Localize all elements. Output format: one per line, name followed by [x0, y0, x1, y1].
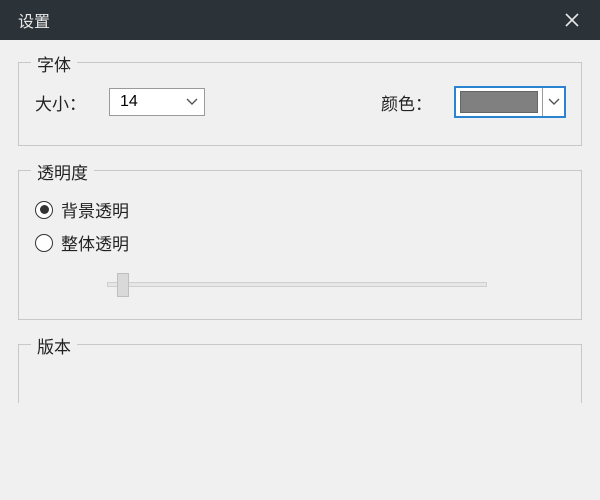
transparency-slider[interactable]	[107, 273, 487, 297]
slider-thumb[interactable]	[117, 273, 129, 297]
content-inner: 字体 大小： 14 颜色：	[8, 50, 592, 500]
transparency-legend: 透明度	[31, 159, 94, 184]
font-size-label: 大小：	[35, 90, 99, 115]
font-legend: 字体	[31, 51, 77, 76]
radio-whole-transparent[interactable]: 整体透明	[35, 230, 565, 255]
radio-icon	[35, 234, 53, 252]
settings-window: 设置 字体 大小： 14	[0, 0, 600, 500]
font-row: 大小： 14 颜色：	[35, 87, 565, 117]
font-color-combo[interactable]	[455, 87, 565, 117]
close-button[interactable]	[556, 4, 588, 36]
transparency-group: 透明度 背景透明 整体透明	[18, 170, 582, 320]
version-group: 版本	[18, 344, 582, 403]
font-size-combo[interactable]: 14	[109, 88, 205, 116]
font-color-label: 颜色：	[381, 90, 445, 115]
close-icon	[564, 12, 580, 28]
window-title: 设置	[12, 8, 556, 32]
font-group: 字体 大小： 14 颜色：	[18, 62, 582, 146]
version-legend: 版本	[31, 333, 77, 358]
radio-bg-label: 背景透明	[61, 197, 129, 222]
radio-icon	[35, 201, 53, 219]
color-swatch	[460, 91, 538, 113]
content-area: 字体 大小： 14 颜色：	[0, 40, 600, 500]
chevron-down-icon	[542, 88, 564, 116]
titlebar: 设置	[0, 0, 600, 40]
chevron-down-icon	[180, 89, 204, 115]
slider-track	[107, 282, 487, 287]
radio-whole-label: 整体透明	[61, 230, 129, 255]
font-size-value: 14	[110, 93, 180, 111]
radio-bg-transparent[interactable]: 背景透明	[35, 197, 565, 222]
